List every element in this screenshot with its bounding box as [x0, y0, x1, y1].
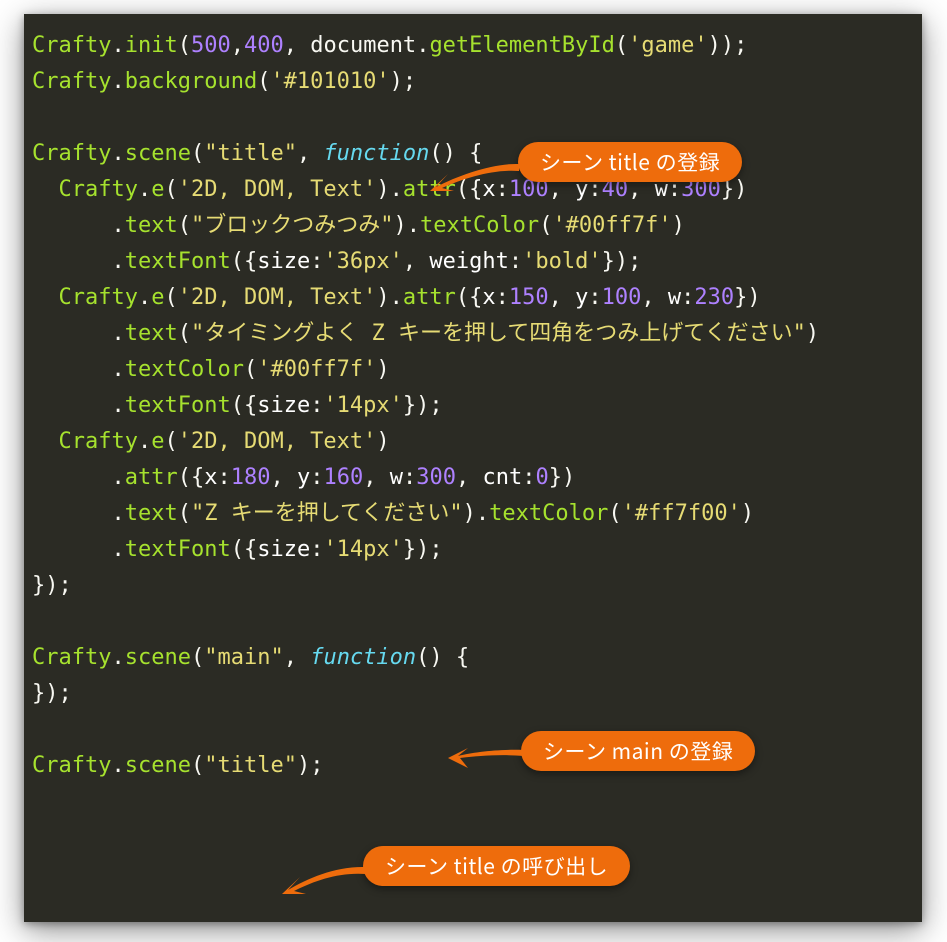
- code-line: Crafty.e('2D, DOM, Text'): [32, 429, 390, 454]
- arrow-icon: [424, 161, 524, 201]
- code-line: .textFont({size:'36px', weight:'bold'});: [32, 249, 641, 274]
- code-line: Crafty.scene("title");: [32, 753, 323, 778]
- code-line: .text("Z キーを押してください").textColor('#ff7f00…: [32, 501, 754, 526]
- callout-scene-title-invoke: シーン title の呼び出し: [363, 846, 630, 886]
- callout-scene-main-register: シーン main の登録: [521, 731, 755, 771]
- callout-label: シーン title の呼び出し: [385, 851, 608, 881]
- code-line: .textFont({size:'14px'});: [32, 393, 443, 418]
- arrow-icon: [444, 746, 529, 770]
- code-line: Crafty.init(500,400, document.getElement…: [32, 33, 747, 58]
- code-line: Crafty.e('2D, DOM, Text').attr({x:150, y…: [32, 285, 761, 310]
- code-line: });: [32, 573, 72, 598]
- code-line: .textFont({size:'14px'});: [32, 537, 443, 562]
- code-line: .text("ブロックつみつみ").textColor('#00ff7f'): [32, 213, 685, 238]
- code-block: Crafty.init(500,400, document.getElement…: [24, 14, 922, 798]
- code-line: Crafty.background('#101010');: [32, 69, 416, 94]
- code-line: Crafty.scene("title", function() {: [32, 141, 482, 166]
- callout-scene-title-register: シーン title の登録: [518, 142, 742, 182]
- code-line: .textColor('#00ff7f'): [32, 357, 390, 382]
- callout-label: シーン title の登録: [540, 147, 720, 177]
- arrow-icon: [276, 864, 371, 904]
- code-line: .attr({x:180, y:160, w:300, cnt:0}): [32, 465, 575, 490]
- code-line: .text("タイミングよく Z キーを押して四角をつみ上げてください"): [32, 321, 819, 346]
- code-frame: Crafty.init(500,400, document.getElement…: [24, 14, 922, 922]
- callout-label: シーン main の登録: [543, 736, 733, 766]
- code-line: });: [32, 681, 72, 706]
- code-line: Crafty.scene("main", function() {: [32, 645, 469, 670]
